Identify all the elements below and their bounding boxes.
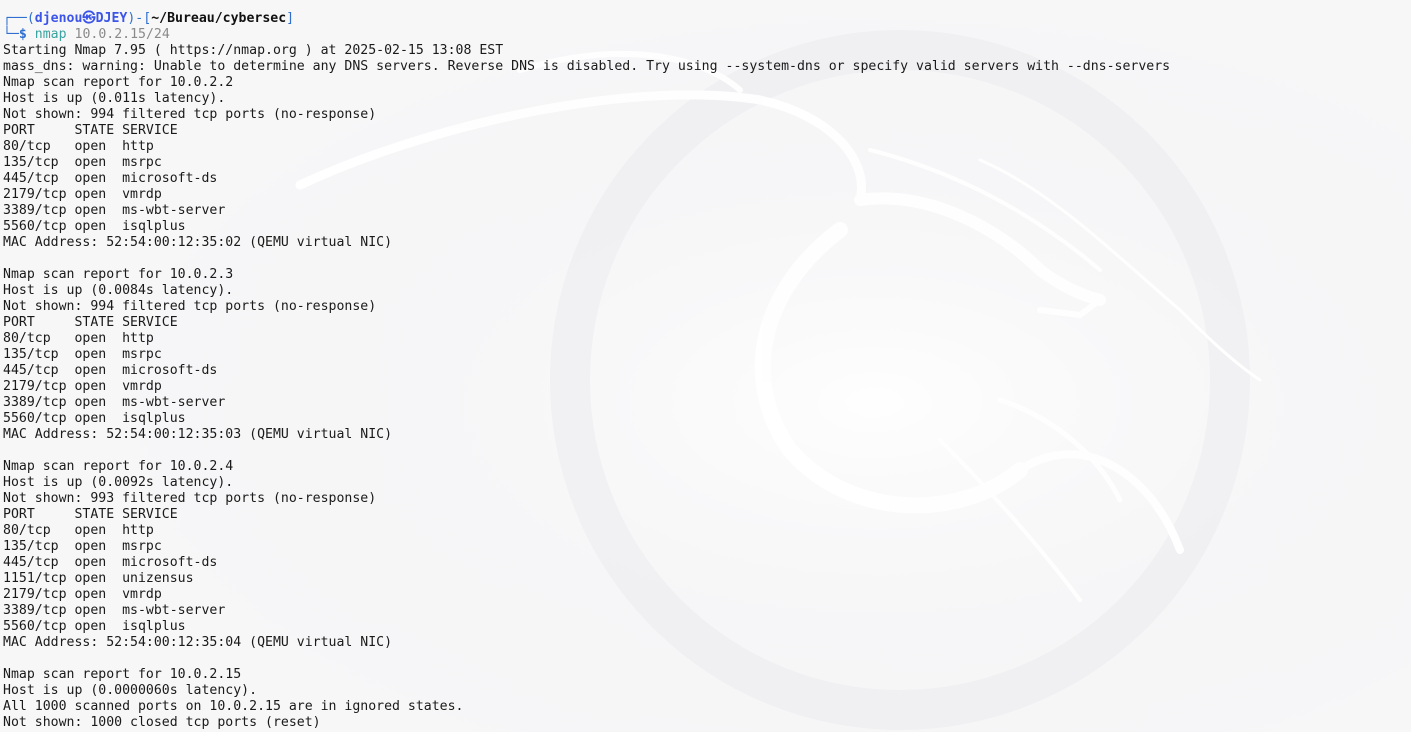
- output-line: 3389/tcp open ms-wbt-server: [3, 603, 226, 618]
- output-line: 5560/tcp open isqlplus: [3, 219, 186, 234]
- prompt-at-symbol: ㉿: [82, 11, 96, 26]
- output-line: 445/tcp open microsoft-ds: [3, 363, 218, 378]
- prompt-line-command: └─$ nmap 10.0.2.15/24: [3, 27, 1411, 43]
- output-line: PORT STATE SERVICE: [3, 315, 178, 330]
- output-line: PORT STATE SERVICE: [3, 507, 178, 522]
- output-line: 135/tcp open msrpc: [3, 539, 162, 554]
- output-line: Nmap scan report for 10.0.2.2: [3, 75, 234, 90]
- output-line: MAC Address: 52:54:00:12:35:02 (QEMU vir…: [3, 235, 393, 250]
- output-line: 2179/tcp open vmrdp: [3, 587, 162, 602]
- output-line: 445/tcp open microsoft-ds: [3, 555, 218, 570]
- output-line: 135/tcp open msrpc: [3, 347, 162, 362]
- output-line: 5560/tcp open isqlplus: [3, 411, 186, 426]
- output-line: Nmap scan report for 10.0.2.15: [3, 667, 242, 682]
- output-line: Not shown: 994 filtered tcp ports (no-re…: [3, 107, 377, 122]
- output-line: PORT STATE SERVICE: [3, 123, 178, 138]
- terminal-output[interactable]: ┌──(djenou㉿DJEY)-[~/Bureau/cybersec] └─$…: [3, 11, 1411, 731]
- output-line: 135/tcp open msrpc: [3, 155, 162, 170]
- output-line: 5560/tcp open isqlplus: [3, 619, 186, 634]
- output-line: 1151/tcp open unizensus: [3, 571, 194, 586]
- prompt-frame-bottom: └─: [3, 27, 19, 42]
- output-line: Host is up (0.011s latency).: [3, 91, 226, 106]
- prompt-close: ]: [286, 11, 295, 26]
- output-line: 80/tcp open http: [3, 331, 154, 346]
- command-name: nmap: [34, 27, 67, 42]
- output-line: 445/tcp open microsoft-ds: [3, 171, 218, 186]
- output-line: 2179/tcp open vmrdp: [3, 187, 162, 202]
- prompt-separator: )-[: [127, 11, 152, 26]
- output-line: 2179/tcp open vmrdp: [3, 379, 162, 394]
- prompt-frame-top: ┌──(: [3, 11, 35, 26]
- output-line: Nmap scan report for 10.0.2.4: [3, 459, 234, 474]
- prompt-user: djenou: [34, 11, 83, 26]
- prompt-dollar: $: [18, 27, 27, 42]
- output-line: Starting Nmap 7.95 ( https://nmap.org ) …: [3, 43, 504, 58]
- output-line: Not shown: 993 filtered tcp ports (no-re…: [3, 491, 377, 506]
- output-line: Host is up (0.0084s latency).: [3, 283, 234, 298]
- output-line: All 1000 scanned ports on 10.0.2.15 are …: [3, 699, 464, 714]
- output-line: 80/tcp open http: [3, 139, 154, 154]
- output-line: Nmap scan report for 10.0.2.3: [3, 267, 234, 282]
- nmap-output: Starting Nmap 7.95 ( https://nmap.org ) …: [3, 43, 1411, 731]
- output-line: 3389/tcp open ms-wbt-server: [3, 203, 226, 218]
- output-line: 3389/tcp open ms-wbt-server: [3, 395, 226, 410]
- command-argument: 10.0.2.15/24: [74, 27, 170, 42]
- output-line: Not shown: 1000 closed tcp ports (reset): [3, 715, 321, 730]
- output-line: Host is up (0.0000060s latency).: [3, 683, 258, 698]
- output-line: Host is up (0.0092s latency).: [3, 475, 234, 490]
- prompt-directory: ~/Bureau/cybersec: [151, 11, 287, 26]
- output-line: 80/tcp open http: [3, 523, 154, 538]
- output-line: Not shown: 994 filtered tcp ports (no-re…: [3, 299, 377, 314]
- prompt-host: DJEY: [95, 11, 128, 26]
- output-line: MAC Address: 52:54:00:12:35:03 (QEMU vir…: [3, 427, 393, 442]
- output-line: MAC Address: 52:54:00:12:35:04 (QEMU vir…: [3, 635, 393, 650]
- output-line: mass_dns: warning: Unable to determine a…: [3, 59, 1171, 74]
- prompt-line-top: ┌──(djenou㉿DJEY)-[~/Bureau/cybersec]: [3, 11, 1411, 27]
